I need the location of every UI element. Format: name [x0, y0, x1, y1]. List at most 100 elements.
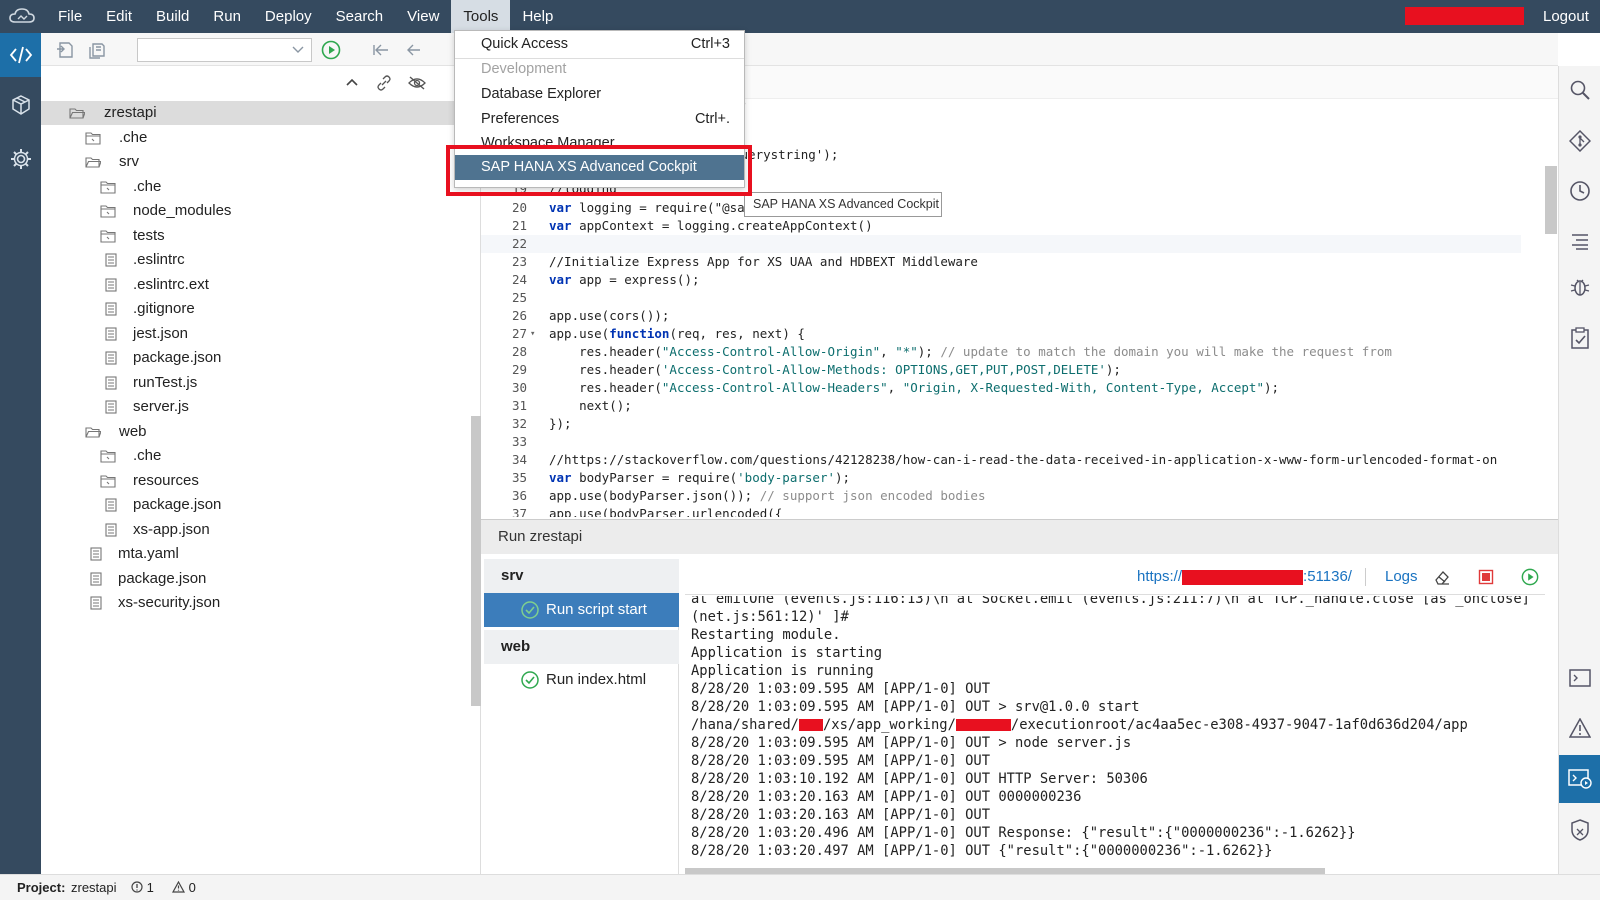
tree-item[interactable]: package.json	[41, 493, 481, 517]
tree-item[interactable]: tests	[41, 224, 481, 248]
menu-item-workspace-manager[interactable]: Workspace Manager	[455, 131, 744, 145]
tree-item[interactable]: .che	[41, 444, 481, 468]
menu-edit[interactable]: Edit	[94, 0, 144, 33]
console-line: 8/28/20 1:03:10.192 AM [APP/1-0] OUT HTT…	[691, 771, 1148, 787]
tree-item[interactable]: xs-security.json	[41, 591, 481, 615]
collapse-all-button[interactable]	[343, 74, 361, 92]
run-group-web: web	[484, 630, 679, 664]
folder-icon	[100, 229, 116, 243]
folder-icon	[85, 131, 101, 145]
tree-item[interactable]: zrestapi	[41, 101, 479, 125]
tree-item[interactable]: mta.yaml	[41, 542, 481, 566]
menu-search[interactable]: Search	[324, 0, 396, 33]
tree-item[interactable]: package.json	[41, 346, 481, 370]
application-url-link[interactable]: https://:51136/	[1137, 559, 1352, 595]
run-target-index-html[interactable]: Run index.html	[484, 663, 679, 697]
console-line: 8/28/20 1:03:09.595 AM [APP/1-0] OUT > s…	[691, 699, 1140, 715]
security-button[interactable]	[1559, 810, 1600, 850]
code-text: var logging = require("@sap/l	[549, 200, 768, 215]
tree-item[interactable]: jest.json	[41, 322, 481, 346]
line-number: 31	[511, 398, 527, 413]
development-perspective-button[interactable]	[0, 33, 41, 77]
tree-item-label: .eslintrc	[133, 251, 185, 268]
menu-build[interactable]: Build	[144, 0, 201, 33]
git-pane-button[interactable]	[1559, 121, 1600, 161]
code-line: 23 //Initialize Express App for XS UAA an…	[481, 253, 1521, 271]
file-icon	[105, 498, 117, 512]
menu-item-quick-access[interactable]: Quick Access Ctrl+3	[455, 32, 744, 57]
tree-item-label: .eslintrc.ext	[133, 275, 209, 293]
console-line: 8/28/20 1:03:09.595 AM [APP/1-0] OUT	[691, 753, 991, 769]
warning-icon	[1569, 718, 1591, 738]
menu-tools[interactable]: Tools	[451, 0, 511, 33]
debugger-button[interactable]	[1559, 267, 1600, 307]
fold-arrow-icon[interactable]: ▾	[530, 325, 535, 343]
tree-item[interactable]: srv	[41, 150, 481, 174]
error-count[interactable]: 1	[131, 875, 154, 900]
terminal-icon	[1569, 669, 1591, 687]
run-target-label: Run script start	[546, 601, 647, 618]
run-target-script-start[interactable]: Run script start	[484, 593, 679, 627]
line-number: 33	[511, 434, 527, 449]
menu-item-tooltip: SAP HANA XS Advanced Cockpit	[744, 192, 942, 217]
menu-run[interactable]: Run	[201, 0, 253, 33]
search-panel-button[interactable]	[1559, 70, 1600, 110]
logs-link[interactable]: Logs	[1385, 559, 1418, 595]
tree-item[interactable]: .che	[41, 126, 481, 150]
tree-item[interactable]: node_modules	[41, 199, 481, 223]
tree-item[interactable]: xs-app.json	[41, 518, 481, 542]
tree-item[interactable]: runTest.js	[41, 371, 481, 395]
rerun-button[interactable]	[1521, 568, 1539, 586]
chevron-up-icon	[346, 78, 358, 86]
console-line: 8/28/20 1:03:09.595 AM [APP/1-0] OUT	[691, 681, 991, 697]
editor-scrollbar[interactable]	[1545, 166, 1557, 234]
outline-button[interactable]	[1559, 221, 1600, 261]
menu-deploy[interactable]: Deploy	[253, 0, 324, 33]
error-count-value: 1	[146, 880, 154, 895]
logout-link[interactable]: Logout	[1543, 0, 1589, 33]
play-circle-icon	[1521, 568, 1539, 586]
menu-file[interactable]: File	[46, 0, 94, 33]
menu-help[interactable]: Help	[510, 0, 565, 33]
explorer-scrollbar[interactable]	[471, 416, 481, 706]
link-icon	[377, 75, 391, 91]
code-check-button[interactable]	[1559, 318, 1600, 358]
settings-perspective-button[interactable]	[0, 137, 41, 181]
console-line: /hana/shared/ /xs/app_working/ /executionr…	[691, 716, 1468, 734]
tree-item[interactable]: .eslintrc	[41, 248, 481, 272]
run-button[interactable]	[321, 40, 341, 60]
link-with-editor-button[interactable]	[375, 74, 393, 92]
problems-button[interactable]	[1559, 708, 1600, 748]
clock-icon	[1570, 181, 1590, 201]
tree-item[interactable]: .che	[41, 175, 481, 199]
toggle-hidden-files-button[interactable]	[408, 74, 426, 92]
save-all-button[interactable]	[87, 40, 107, 60]
tree-item[interactable]: server.js	[41, 395, 481, 419]
run-console-button[interactable]	[1559, 755, 1600, 803]
database-perspective-button[interactable]	[0, 83, 41, 127]
warning-count[interactable]: 0	[171, 875, 196, 900]
tree-item[interactable]: .gitignore	[41, 297, 481, 321]
stop-button[interactable]	[1477, 568, 1495, 586]
tree-item[interactable]: package.json	[41, 567, 481, 591]
menu-item-database-explorer[interactable]: Database Explorer	[455, 82, 744, 107]
console-button[interactable]	[1559, 658, 1600, 698]
tree-item[interactable]: .eslintrc.ext	[41, 273, 481, 297]
menu-view[interactable]: View	[395, 0, 451, 33]
tree-item[interactable]: resources	[41, 469, 481, 493]
file-icon	[90, 547, 102, 561]
code-line: 21 var appContext = logging.createAppCont…	[481, 217, 1521, 235]
run-configuration-select[interactable]	[137, 38, 312, 62]
navigate-back-button[interactable]	[371, 40, 391, 60]
previous-edit-button[interactable]	[403, 40, 423, 60]
cloud-logo-icon[interactable]	[8, 6, 36, 28]
clear-console-button[interactable]	[1433, 568, 1451, 586]
file-icon	[105, 253, 117, 267]
git-history-button[interactable]	[1559, 171, 1600, 211]
tree-item-label: node_modules	[133, 202, 232, 219]
search-icon	[1570, 80, 1590, 100]
menu-item-preferences[interactable]: Preferences Ctrl+.	[455, 107, 744, 132]
line-number: 30	[511, 380, 527, 395]
tree-item[interactable]: web	[41, 420, 481, 444]
save-button[interactable]	[55, 40, 75, 60]
